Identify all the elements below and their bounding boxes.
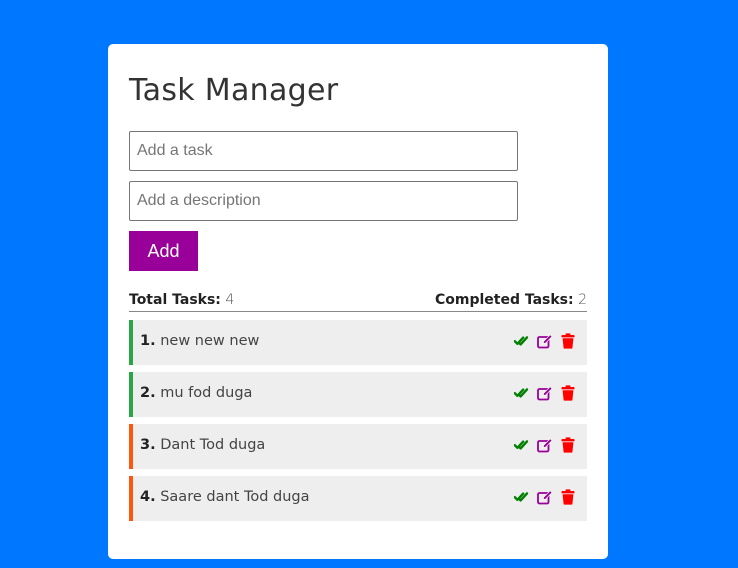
total-tasks-value: 4	[225, 292, 235, 308]
double-check-icon[interactable]	[513, 436, 531, 454]
trash-icon[interactable]	[559, 488, 577, 506]
completed-tasks: Completed Tasks: 2	[435, 292, 587, 308]
task-manager-card: Task Manager Add Total Tasks: 4 Complete…	[108, 44, 608, 559]
completed-tasks-value: 2	[578, 292, 587, 308]
trash-icon[interactable]	[559, 436, 577, 454]
trash-icon[interactable]	[559, 384, 577, 402]
task-item: 3. Dant Tod duga	[129, 424, 587, 469]
task-actions	[513, 436, 577, 454]
edit-icon[interactable]	[536, 332, 554, 350]
task-text: 4. Saare dant Tod duga	[140, 489, 310, 505]
add-button[interactable]: Add	[129, 231, 198, 271]
page-title: Task Manager	[129, 73, 339, 108]
task-index: 3.	[140, 437, 156, 453]
completed-tasks-label: Completed Tasks:	[434, 292, 574, 308]
task-index: 1.	[140, 333, 156, 349]
task-actions	[513, 384, 577, 402]
task-name: Saare dant Tod duga	[160, 489, 310, 505]
double-check-icon[interactable]	[513, 488, 531, 506]
task-name: new new new	[160, 333, 260, 349]
task-name: Dant Tod duga	[160, 437, 266, 453]
edit-icon[interactable]	[536, 384, 554, 402]
total-tasks: Total Tasks: 4	[129, 292, 234, 308]
task-item: 1. new new new	[129, 320, 587, 365]
task-item: 2. mu fod duga	[129, 372, 587, 417]
task-text: 2. mu fod duga	[140, 385, 252, 401]
task-text: 1. new new new	[140, 333, 259, 349]
double-check-icon[interactable]	[513, 332, 531, 350]
task-input[interactable]	[129, 131, 518, 171]
task-actions	[513, 488, 577, 506]
task-name: mu fod duga	[160, 385, 253, 401]
task-stats: Total Tasks: 4 Completed Tasks: 2	[129, 292, 587, 312]
task-index: 4.	[140, 489, 156, 505]
edit-icon[interactable]	[536, 436, 554, 454]
task-actions	[513, 332, 577, 350]
task-item: 4. Saare dant Tod duga	[129, 476, 587, 521]
task-index: 2.	[140, 385, 156, 401]
task-list: 1. new new new 2. mu fod duga 3. Dant To…	[129, 320, 587, 528]
total-tasks-label: Total Tasks:	[129, 292, 221, 308]
task-text: 3. Dant Tod duga	[140, 437, 265, 453]
double-check-icon[interactable]	[513, 384, 531, 402]
description-input[interactable]	[129, 181, 518, 221]
edit-icon[interactable]	[536, 488, 554, 506]
trash-icon[interactable]	[559, 332, 577, 350]
